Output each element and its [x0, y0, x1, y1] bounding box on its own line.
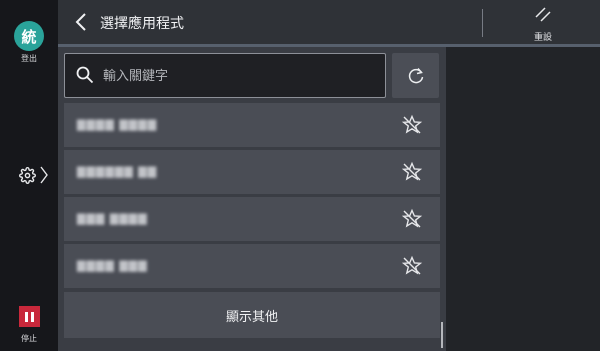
reset-button[interactable]: 重設: [513, 5, 573, 43]
app-list-item[interactable]: ▇▇▇ ▇▇▇▇: [64, 197, 440, 241]
unpinned-icon[interactable]: [401, 208, 423, 230]
gear-icon: [19, 166, 36, 184]
show-more-label: 顯示其他: [225, 309, 278, 325]
right-panel: [446, 47, 600, 351]
header-divider: [482, 9, 483, 37]
app-name: ▇▇▇▇ ▇▇▇▇: [77, 118, 158, 131]
app-name: ▇▇▇ ▇▇▇▇: [77, 212, 148, 225]
stop-label: 停止: [21, 334, 37, 343]
scrollbar[interactable]: [441, 322, 443, 348]
refresh-button[interactable]: [392, 53, 439, 98]
app-list-item[interactable]: ▇▇▇▇▇▇ ▇▇: [64, 150, 440, 194]
reset-label: 重設: [533, 33, 552, 43]
user-avatar[interactable]: 統: [14, 21, 44, 51]
header-bar: 選擇應用程式 重設: [58, 0, 600, 44]
app-name: ▇▇▇▇ ▇▇▇: [77, 259, 148, 272]
search-icon: [76, 66, 94, 84]
show-more-button[interactable]: 顯示其他: [64, 292, 440, 338]
side-rail: 統 登出 停止: [0, 0, 58, 351]
search-box[interactable]: [64, 53, 386, 99]
app-list-item[interactable]: ▇▇▇▇ ▇▇▇: [64, 244, 440, 288]
refresh-icon: [408, 67, 423, 83]
search-input[interactable]: [101, 54, 380, 99]
reset-icon: [535, 7, 551, 22]
back-button[interactable]: [72, 10, 92, 34]
app-list-item[interactable]: ▇▇▇▇ ▇▇▇▇: [64, 103, 440, 147]
logout-label[interactable]: 登出: [0, 53, 58, 64]
app-list: ▇▇▇▇ ▇▇▇▇ ▇▇▇▇▇▇ ▇▇ ▇▇▇ ▇▇▇▇ ▇▇▇▇ ▇▇▇: [64, 103, 440, 291]
pause-bar-icon: [31, 311, 34, 322]
back-arrow-icon: [75, 13, 86, 31]
settings-button[interactable]: [19, 162, 55, 188]
unpinned-icon[interactable]: [401, 114, 423, 136]
app-name: ▇▇▇▇▇▇ ▇▇: [77, 165, 158, 178]
unpinned-icon[interactable]: [401, 161, 423, 183]
user-initial: 統: [21, 27, 37, 46]
pause-bar-icon: [25, 311, 28, 322]
stop-button[interactable]: [19, 306, 40, 327]
unpinned-icon[interactable]: [401, 255, 423, 277]
page-title: 選擇應用程式: [100, 16, 184, 32]
chevron-right-icon: [40, 166, 48, 184]
